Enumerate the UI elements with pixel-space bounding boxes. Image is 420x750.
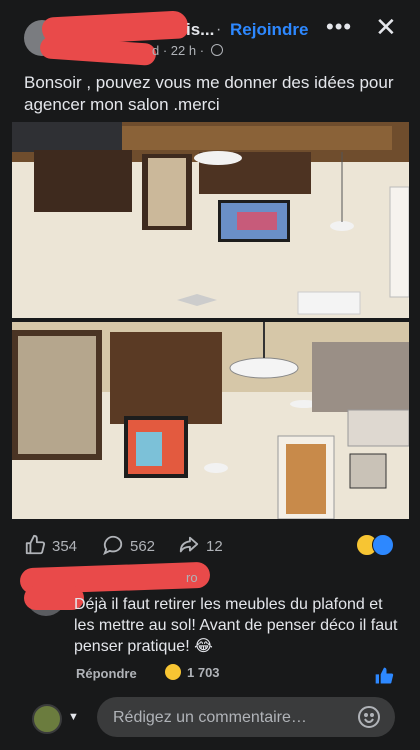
- like-count: 354: [52, 538, 78, 555]
- comment-count: 562: [130, 538, 156, 555]
- join-button[interactable]: Rejoindre: [230, 20, 308, 40]
- emoji-icon[interactable]: [357, 705, 381, 729]
- comment-text: Déjà il faut retirer les meubles du plaf…: [74, 596, 398, 655]
- reply-button[interactable]: Répondre: [76, 666, 137, 681]
- thumbs-up-icon: [25, 534, 46, 555]
- comment-reactions[interactable]: 1 703: [165, 664, 220, 680]
- share-count: 12: [206, 538, 223, 555]
- meta-prefix: d: [152, 43, 160, 58]
- haha-icon: [165, 664, 181, 680]
- share-count-button[interactable]: 12: [178, 534, 223, 556]
- comment-composer: [97, 697, 395, 739]
- group-name[interactable]: is...: [186, 20, 214, 40]
- separator: ·: [216, 21, 222, 38]
- post-time[interactable]: · 22 h ·: [163, 43, 204, 58]
- chevron-down-icon[interactable]: ▼: [68, 711, 79, 723]
- globe-icon: [210, 44, 223, 56]
- user-avatar[interactable]: [32, 704, 62, 734]
- share-icon: [179, 536, 199, 553]
- reaction-summary[interactable]: [356, 534, 396, 556]
- comment-count-button[interactable]: 562: [102, 534, 155, 556]
- post-stats-row: 354 562 12: [0, 530, 420, 560]
- like-count-button[interactable]: 354: [24, 534, 77, 556]
- post-photo-1[interactable]: [12, 122, 409, 318]
- post-meta: d · 22 h ·: [152, 43, 223, 58]
- more-options-icon[interactable]: •••: [326, 14, 352, 40]
- close-icon[interactable]: ✕: [375, 14, 397, 40]
- comment-author[interactable]: ro: [186, 570, 198, 585]
- comment-like-icon[interactable]: [374, 666, 394, 691]
- like-icon: [372, 534, 394, 556]
- post-text: Bonsoir , pouvez vous me donner des idée…: [24, 73, 394, 114]
- post-photo-2[interactable]: [12, 322, 409, 519]
- comment-icon: [103, 535, 123, 556]
- post-header: is... · Rejoindre ••• ✕ d · 22 h ·: [0, 0, 420, 67]
- comment-input[interactable]: [111, 697, 353, 739]
- comment-reaction-count: 1 703: [187, 665, 220, 680]
- post-viewer: is... · Rejoindre ••• ✕ d · 22 h · Bonso…: [0, 0, 420, 750]
